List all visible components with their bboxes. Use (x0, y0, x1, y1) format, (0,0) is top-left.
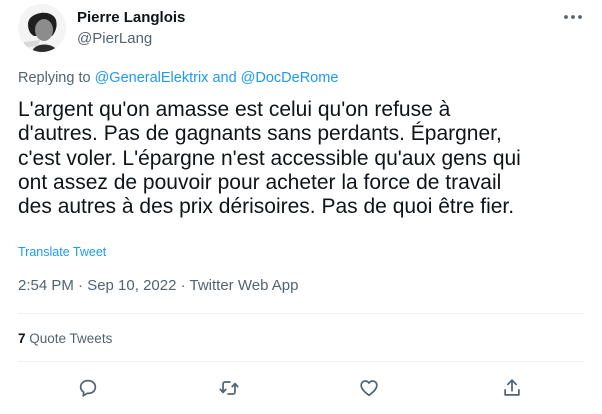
tweet-text-line: ont assez de pouvoir pour acheter la for… (18, 170, 502, 194)
replying-to-prefix: Replying to (18, 70, 95, 86)
mention-link-1[interactable]: @GeneralElektrix (95, 70, 209, 86)
replying-to: Replying to @GeneralElektrix and @DocDeR… (18, 70, 338, 86)
like-icon (360, 380, 378, 397)
mention-link-2[interactable]: @DocDeRome (241, 70, 339, 86)
quote-tweets-stat[interactable]: 7 Quote Tweets (18, 331, 112, 346)
divider (18, 313, 584, 314)
mention-joiner: and (208, 70, 241, 86)
tweet-card: Pierre Langlois @PierLang Replying to @G… (0, 0, 602, 414)
like-button[interactable] (354, 373, 384, 403)
quote-count: 7 (18, 331, 26, 346)
author-handle[interactable]: @PierLang (77, 30, 152, 47)
reply-button[interactable] (73, 373, 103, 403)
retweet-button[interactable] (214, 373, 244, 403)
translate-tweet-link[interactable]: Translate Tweet (18, 245, 106, 259)
tweet-text-line: L'argent qu'on amasse est celui qu'on re… (18, 98, 451, 121)
tweet-text-line: d'autres. Pas de gagnants sans perdants.… (18, 122, 502, 146)
quote-label: Quote Tweets (25, 331, 113, 346)
tweet-timestamp[interactable]: 2:54 PM · Sep 10, 2022 · Twitter Web App (18, 277, 298, 294)
share-icon (504, 379, 520, 396)
avatar[interactable] (18, 4, 66, 52)
author-name[interactable]: Pierre Langlois (77, 9, 185, 26)
share-button[interactable] (497, 373, 527, 403)
retweet-icon (219, 381, 239, 395)
more-icon (564, 15, 582, 19)
divider (18, 361, 584, 362)
tweet-text: L'argent qu'on amasse est celui qu'on re… (18, 98, 588, 219)
tweet-text-line: des autres à des prix dérisoires. Pas de… (18, 195, 515, 219)
more-options-button[interactable] (563, 10, 583, 24)
avatar-image (18, 4, 66, 52)
reply-icon (79, 379, 97, 397)
tweet-text-line: c'est voler. L'épargne n'est accessible … (18, 146, 521, 170)
